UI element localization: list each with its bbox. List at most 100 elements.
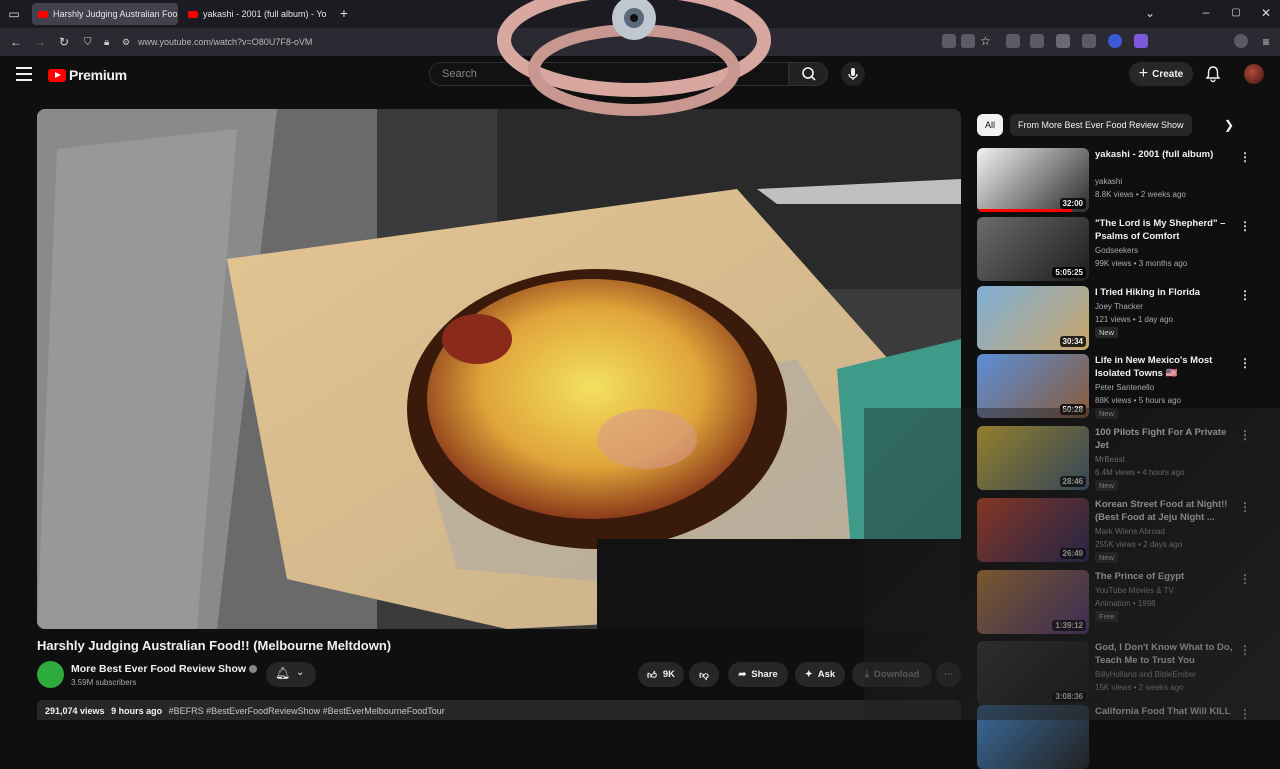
more-actions-button[interactable]: ⋯ <box>936 662 961 687</box>
duration-badge: 3:08:36 <box>1052 691 1086 702</box>
permissions-icon[interactable]: ⚙ <box>122 37 130 48</box>
extension-purple-icon[interactable] <box>1134 34 1148 48</box>
new-badge: New <box>1095 480 1118 491</box>
history-icon[interactable] <box>1006 34 1020 48</box>
recommendation-title[interactable]: Life in New Mexico's Most Isolated Towns… <box>1095 354 1237 380</box>
user-avatar[interactable] <box>1244 64 1264 84</box>
hashtags[interactable]: #BEFRS #BestEverFoodReviewShow #BestEver… <box>169 706 445 716</box>
channel-avatar[interactable] <box>37 661 64 688</box>
recommendation-channel[interactable]: Joey Thacker <box>1095 302 1143 311</box>
search-button[interactable] <box>788 62 828 86</box>
notifications-bell-icon[interactable] <box>1204 65 1222 83</box>
subscription-bell-button[interactable]: 🔔︎ ⌄ <box>266 662 316 687</box>
tab-overflow-chevron-icon[interactable]: ⌄ <box>1142 5 1158 21</box>
create-button[interactable]: + Create <box>1129 62 1193 86</box>
recommendation-item[interactable]: California Food That Will KILL⋮ <box>977 705 1267 769</box>
minimize-icon[interactable]: – <box>1198 4 1214 20</box>
recommendation-item[interactable]: 30:34 I Tried Hiking in Florida Joey Thack… <box>977 286 1267 350</box>
menu-icon[interactable]: ≡ <box>1258 34 1274 50</box>
more-vertical-icon[interactable]: ⋮ <box>1239 643 1251 657</box>
youtube-premium-logo[interactable]: Premium <box>48 67 127 83</box>
extension-icon[interactable] <box>1082 34 1096 48</box>
shield-icon[interactable]: ⛉ <box>84 37 92 48</box>
tab-current[interactable]: Harshly Judging Australian Foo ✕ <box>32 3 178 25</box>
extensions-icon[interactable] <box>1030 34 1044 48</box>
chips-next-chevron-icon[interactable]: ❯ <box>1224 118 1234 132</box>
forward-icon[interactable]: → <box>32 34 48 50</box>
video-thumbnail[interactable]: 1:39:12 <box>977 570 1089 634</box>
back-icon[interactable]: ← <box>8 34 24 50</box>
url-text: www.youtube.com/watch?v=O80U7F8-oVM <box>138 37 312 47</box>
tab-other[interactable]: yakashi - 2001 (full album) - Yo ✕ <box>182 3 328 25</box>
extension-off-icon[interactable] <box>1056 34 1070 48</box>
tab-list-icon[interactable]: ▭ <box>6 6 22 22</box>
duration-badge: 30:34 <box>1060 336 1086 347</box>
chip-label: All <box>985 120 995 130</box>
recommendation-title[interactable]: God, I Don't Know What to Do, Teach Me t… <box>1095 641 1237 667</box>
ask-button[interactable]: ✦ Ask <box>795 662 845 687</box>
voice-search-button[interactable] <box>841 62 865 86</box>
recommendation-channel[interactable]: MrBeast <box>1095 455 1125 464</box>
video-thumbnail[interactable]: 3:08:36 <box>977 641 1089 705</box>
video-thumbnail[interactable]: 26:49 <box>977 498 1089 562</box>
recommendation-title[interactable]: California Food That Will KILL <box>1095 705 1237 718</box>
video-thumbnail[interactable]: 50:28 <box>977 354 1089 418</box>
recommendation-item[interactable]: 5:05:25"The Lord is My Shepherd" – Psalm… <box>977 217 1267 281</box>
close-tab-icon[interactable]: ✕ <box>327 9 328 20</box>
recommendation-item[interactable]: 1:39:12 The Prince of Egypt YouTube Movies… <box>977 570 1267 634</box>
recommendation-channel[interactable]: BillyHolland and BibleEmber <box>1095 670 1196 679</box>
share-button[interactable]: ➦ Share <box>728 662 788 687</box>
dislike-button[interactable]: 👎︎ <box>689 662 719 687</box>
recommendation-title[interactable]: 100 Pilots Fight For A Private Jet <box>1095 426 1237 452</box>
recommendation-title[interactable]: Korean Street Food at Night!! (Best Food… <box>1095 498 1237 524</box>
recommendation-item[interactable]: 26:49 Korean Street Food at Night!! (Best… <box>977 498 1267 562</box>
chip-all[interactable]: All <box>977 114 1003 136</box>
maximize-icon[interactable]: ▢ <box>1228 5 1244 21</box>
recommendation-meta: 121 views • 1 day ago <box>1095 315 1173 324</box>
video-thumbnail[interactable]: 32:00 <box>977 148 1089 212</box>
duration-badge: 26:49 <box>1060 548 1086 559</box>
download-button[interactable]: ⤓ Download <box>852 662 932 687</box>
recommendation-title[interactable]: yakashi - 2001 (full album) <box>1095 148 1237 161</box>
video-thumbnail[interactable]: 28:46 <box>977 426 1089 490</box>
close-window-icon[interactable]: ✕ <box>1258 5 1274 21</box>
description-box[interactable]: 291,074 views 9 hours ago #BEFRS #BestEv… <box>37 700 961 720</box>
recommendation-channel[interactable]: Peter Santenello <box>1095 383 1154 392</box>
recommendation-item[interactable]: 50:28Life in New Mexico's Most Isolated … <box>977 354 1267 418</box>
recommendation-channel[interactable]: Godseekers <box>1095 246 1138 255</box>
new-tab-icon[interactable]: + <box>336 5 352 21</box>
recommendation-channel[interactable]: YouTube Movies & TV <box>1095 586 1174 595</box>
screenshot-icon[interactable] <box>961 34 975 48</box>
extension-blue-icon[interactable] <box>1108 34 1122 48</box>
hamburger-menu-icon[interactable] <box>16 67 32 81</box>
video-thumbnail[interactable]: 30:34 <box>977 286 1089 350</box>
bookmark-star-icon[interactable]: ☆ <box>980 34 994 48</box>
chip-from-channel[interactable]: From More Best Ever Food Review Show <box>1010 114 1192 136</box>
like-button[interactable]: 👍︎ 9K <box>638 662 684 687</box>
more-vertical-icon[interactable]: ⋮ <box>1239 356 1251 370</box>
recommendation-channel[interactable]: Mark Wiens Abroad <box>1095 527 1165 536</box>
more-vertical-icon[interactable]: ⋮ <box>1239 572 1251 586</box>
channel-name[interactable]: More Best Ever Food Review Show <box>71 663 257 675</box>
more-vertical-icon[interactable]: ⋮ <box>1239 428 1251 442</box>
recommendation-item[interactable]: 32:00yakashi - 2001 (full album)yakashi8… <box>977 148 1267 212</box>
recommendation-channel[interactable]: yakashi <box>1095 177 1122 186</box>
more-vertical-icon[interactable]: ⋮ <box>1239 219 1251 233</box>
account-icon[interactable] <box>1234 34 1248 48</box>
recommendation-meta: Animation • 1998 <box>1095 599 1156 608</box>
more-vertical-icon[interactable]: ⋮ <box>1239 288 1251 302</box>
recommendation-title[interactable]: I Tried Hiking in Florida <box>1095 286 1237 299</box>
video-player[interactable] <box>37 109 961 629</box>
recommendation-item[interactable]: 3:08:36 God, I Don't Know What to Do, Tea… <box>977 641 1267 705</box>
recommendation-item[interactable]: 28:46100 Pilots Fight For A Private Jet M… <box>977 426 1267 490</box>
more-vertical-icon[interactable]: ⋮ <box>1239 150 1251 164</box>
recommendation-title[interactable]: The Prince of Egypt <box>1095 570 1237 583</box>
more-vertical-icon[interactable]: ⋮ <box>1239 707 1251 721</box>
more-vertical-icon[interactable]: ⋮ <box>1239 500 1251 514</box>
video-thumbnail[interactable] <box>977 705 1089 769</box>
recommendation-title[interactable]: "The Lord is My Shepherd" – Psalms of Co… <box>1095 217 1237 243</box>
reload-icon[interactable]: ↻ <box>56 34 72 50</box>
reader-icon[interactable] <box>942 34 956 48</box>
lock-icon[interactable]: 🔒︎ <box>104 37 109 48</box>
video-thumbnail[interactable]: 5:05:25 <box>977 217 1089 281</box>
